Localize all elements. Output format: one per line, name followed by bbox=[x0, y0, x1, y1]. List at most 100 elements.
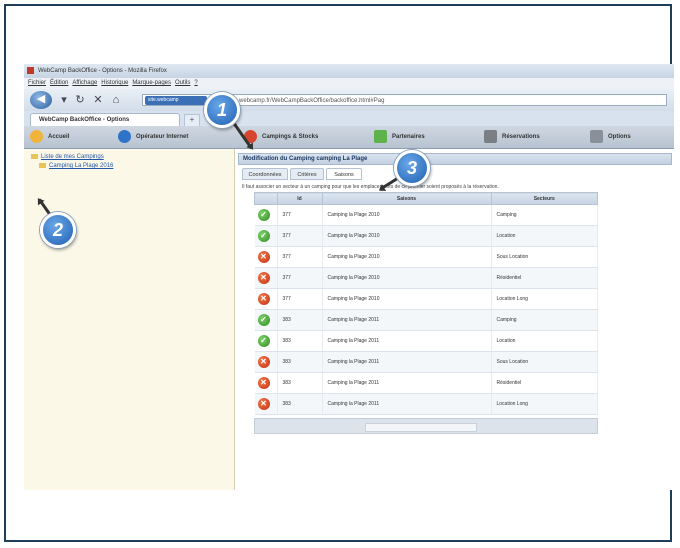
navigation-bar: ◀ ▾ ↻ ✕ ⌂ site.webcamp http://site.webca… bbox=[24, 89, 674, 111]
browser-screenshot: WebCamp BackOffice - Options - Mozilla F… bbox=[24, 64, 674, 490]
tree-child-item[interactable]: Camping La Plage 2016 bbox=[36, 162, 113, 170]
saison-cell: Camping la Plage 2010 bbox=[322, 204, 492, 226]
cross-icon[interactable]: ✕ bbox=[257, 356, 270, 368]
browser-tab[interactable]: WebCamp BackOffice - Options bbox=[30, 113, 180, 126]
toolbar-item-partenaires[interactable]: Partenaires bbox=[374, 130, 425, 144]
check-icon[interactable]: ✓ bbox=[257, 209, 270, 221]
saison-cell: Camping la Plage 2011 bbox=[322, 309, 492, 331]
status-cell: ✓ bbox=[254, 309, 278, 331]
cross-icon[interactable]: ✕ bbox=[257, 293, 270, 305]
toolbar-item-label: Opérateur Internet bbox=[136, 134, 189, 141]
status-cell: ✕ bbox=[254, 393, 278, 415]
saison-cell: Camping la Plage 2011 bbox=[322, 393, 492, 415]
tree-root-item[interactable]: Liste de mes Campings bbox=[28, 153, 104, 161]
secteur-cell: Location bbox=[491, 330, 598, 352]
menu-item[interactable]: Fichier bbox=[28, 80, 46, 86]
toolbar-item-accueil[interactable]: Accueil bbox=[30, 130, 69, 144]
saison-cell: Camping la Plage 2010 bbox=[322, 288, 492, 310]
table-row[interactable]: ✕ 383 Camping la Plage 2011 Résidentiel bbox=[254, 372, 598, 394]
id-cell: 383 bbox=[277, 351, 323, 373]
cross-icon[interactable]: ✕ bbox=[257, 251, 270, 263]
status-cell: ✓ bbox=[254, 225, 278, 247]
globe-icon bbox=[118, 130, 131, 143]
menu-item[interactable]: Marque-pages bbox=[132, 80, 171, 86]
id-cell: 377 bbox=[277, 225, 323, 247]
table-row[interactable]: ✕ 377 Camping la Plage 2010 Résidentiel bbox=[254, 267, 598, 289]
toolbar-item-reservations[interactable]: Réservations bbox=[484, 130, 540, 144]
secteur-cell: Location Long bbox=[491, 288, 598, 310]
cross-icon[interactable]: ✕ bbox=[257, 272, 270, 284]
id-cell: 377 bbox=[277, 288, 323, 310]
header-saisons[interactable]: Saisons bbox=[321, 192, 492, 205]
id-cell: 383 bbox=[277, 309, 323, 331]
toolbar-item-operateur[interactable]: Opérateur Internet bbox=[118, 130, 188, 144]
toolbar-item-label: Campings & Stocks bbox=[262, 134, 319, 141]
folder-icon bbox=[31, 153, 38, 159]
back-arrow-icon[interactable]: ◀ bbox=[30, 91, 52, 109]
subtab-saisons[interactable]: Saisons bbox=[326, 168, 362, 180]
check-icon[interactable]: ✓ bbox=[257, 230, 270, 242]
table-row[interactable]: ✕ 383 Camping la Plage 2011 Location Long bbox=[254, 393, 598, 415]
check-icon[interactable]: ✓ bbox=[257, 335, 270, 347]
table-row[interactable]: ✓ 377 Camping la Plage 2010 Location bbox=[254, 225, 598, 247]
left-tree-pane: Liste de mes Campings Camping La Plage 2… bbox=[24, 149, 235, 490]
dropdown-arrow-icon[interactable]: ▾ bbox=[56, 92, 72, 108]
menu-item[interactable]: ? bbox=[194, 80, 197, 86]
options-icon bbox=[590, 130, 603, 143]
table-row[interactable]: ✓ 383 Camping la Plage 2011 Camping bbox=[254, 309, 598, 331]
toolbar-item-options[interactable]: Options bbox=[590, 130, 631, 144]
cross-icon[interactable]: ✕ bbox=[257, 398, 270, 410]
reload-icon[interactable]: ↻ bbox=[72, 92, 88, 108]
status-cell: ✕ bbox=[254, 288, 278, 310]
home-icon[interactable]: ⌂ bbox=[108, 92, 124, 108]
site-identity-badge[interactable]: site.webcamp bbox=[145, 96, 207, 105]
table-row[interactable]: ✓ 377 Camping la Plage 2010 Camping bbox=[254, 204, 598, 226]
id-cell: 377 bbox=[277, 267, 323, 289]
chart-icon bbox=[374, 130, 387, 143]
secteur-cell: Camping bbox=[491, 204, 598, 226]
menu-item[interactable]: Outils bbox=[175, 80, 190, 86]
table-row[interactable]: ✕ 377 Camping la Plage 2010 Sous Location bbox=[254, 246, 598, 268]
folder-icon bbox=[39, 162, 46, 168]
status-cell: ✓ bbox=[254, 204, 278, 226]
header-secteurs[interactable]: Secteurs bbox=[490, 192, 598, 205]
cross-icon[interactable]: ✕ bbox=[257, 377, 270, 389]
id-cell: 383 bbox=[277, 393, 323, 415]
table-row[interactable]: ✓ 383 Camping la Plage 2011 Location bbox=[254, 330, 598, 352]
header-status[interactable] bbox=[254, 192, 278, 205]
header-id[interactable]: Id bbox=[276, 192, 323, 205]
menu-item[interactable]: Historique bbox=[101, 80, 128, 86]
saison-cell: Camping la Plage 2011 bbox=[322, 351, 492, 373]
toolbar-item-label: Réservations bbox=[502, 134, 540, 141]
check-icon[interactable]: ✓ bbox=[257, 314, 270, 326]
callout-badge-2: 2 bbox=[40, 212, 76, 248]
window-title: WebCamp BackOffice - Options - Mozilla F… bbox=[38, 68, 167, 74]
subtab-criteres[interactable]: Critères bbox=[290, 168, 324, 180]
saison-cell: Camping la Plage 2010 bbox=[322, 225, 492, 247]
saison-cell: Camping la Plage 2011 bbox=[322, 372, 492, 394]
secteur-cell: Camping bbox=[491, 309, 598, 331]
saison-cell: Camping la Plage 2010 bbox=[322, 267, 492, 289]
window-titlebar: WebCamp BackOffice - Options - Mozilla F… bbox=[24, 64, 674, 78]
app-icon bbox=[27, 66, 34, 74]
menu-item[interactable]: Affichage bbox=[72, 80, 97, 86]
menu-item[interactable]: Édition bbox=[50, 80, 68, 86]
toolbar-item-label: Options bbox=[608, 134, 631, 141]
panel-title: Modification du Camping camping La Plage bbox=[238, 153, 672, 165]
callout-badge-3: 3 bbox=[394, 150, 430, 186]
subtab-coordonnees[interactable]: Coordonnées bbox=[242, 168, 288, 180]
saisons-table: Id Saisons Secteurs ✓ 377 Camping la Plage… bbox=[254, 192, 598, 415]
status-cell: ✓ bbox=[254, 330, 278, 352]
pagination-bar[interactable] bbox=[365, 423, 477, 432]
table-row[interactable]: ✕ 383 Camping la Plage 2011 Sous Location bbox=[254, 351, 598, 373]
menu-bar: Fichier Édition Affichage Historique Marque-… bbox=[24, 78, 674, 89]
toolbar-item-campings[interactable]: Campings & Stocks bbox=[244, 130, 318, 144]
table-row[interactable]: ✕ 377 Camping la Plage 2010 Location Long bbox=[254, 288, 598, 310]
id-cell: 377 bbox=[277, 204, 323, 226]
stop-icon[interactable]: ✕ bbox=[90, 92, 106, 108]
toolbar-item-label: Accueil bbox=[48, 134, 70, 141]
saison-cell: Camping la Plage 2011 bbox=[322, 330, 492, 352]
secteur-cell: Sous Location bbox=[491, 246, 598, 268]
id-cell: 383 bbox=[277, 372, 323, 394]
toolbar-item-label: Partenaires bbox=[392, 134, 425, 141]
